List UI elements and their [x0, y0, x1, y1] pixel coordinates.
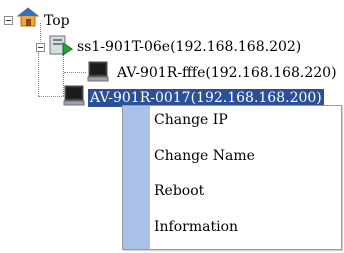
- menu-item-reboot[interactable]: Reboot: [154, 181, 204, 201]
- menu-icon-strip: [123, 106, 150, 249]
- switch-device-icon: [48, 33, 76, 59]
- menu-item-change-name[interactable]: Change Name: [154, 146, 255, 166]
- tree-node-top[interactable]: Top: [44, 12, 70, 30]
- menu-item-change-ip[interactable]: Change IP: [154, 110, 228, 130]
- home-icon: [16, 6, 40, 28]
- tree-line: [64, 72, 86, 73]
- tree-node-child-1[interactable]: AV-901R-fffe(192.168.168.220): [117, 64, 337, 82]
- tree-line: [38, 52, 39, 96]
- menu-item-information[interactable]: Information: [154, 217, 238, 237]
- collapse-toggle[interactable]: [36, 43, 45, 52]
- tree-line: [38, 96, 64, 97]
- monitor-device-icon: [86, 60, 110, 84]
- collapse-toggle[interactable]: [4, 16, 13, 25]
- tree-node-switch[interactable]: ss1-901T-06e(192.168.168.202): [77, 38, 301, 56]
- context-menu: Change IP Change Name Reboot Information: [122, 105, 342, 250]
- monitor-device-icon: [62, 84, 86, 108]
